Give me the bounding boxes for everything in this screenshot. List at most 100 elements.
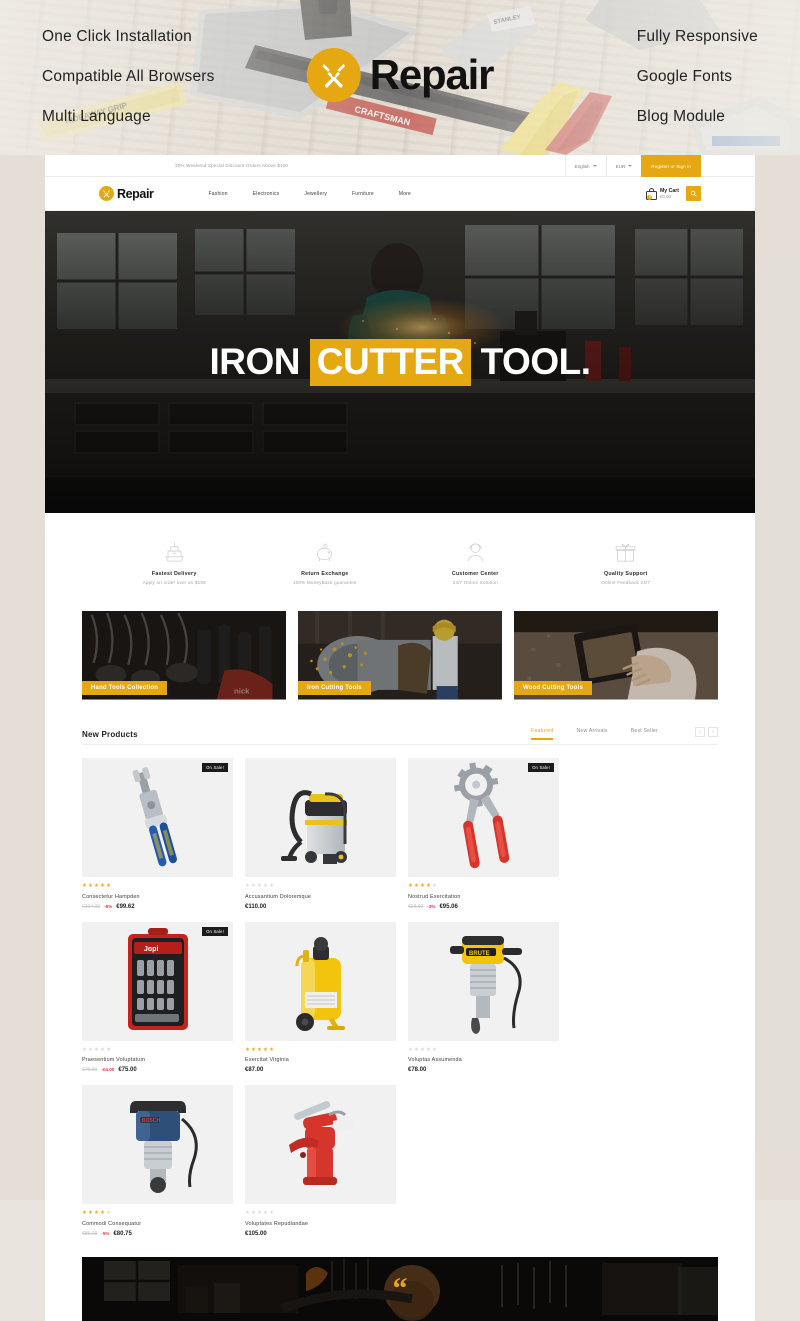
promo-feature: Compatible All Browsers bbox=[42, 68, 215, 85]
chevron-down-icon bbox=[628, 165, 633, 167]
tab-best-seller[interactable]: Best Seller bbox=[631, 728, 658, 739]
nav-item-electronics[interactable]: Electronics bbox=[253, 191, 280, 197]
on-sale-badge: On Sale! bbox=[528, 763, 554, 772]
rating-stars: ★ ★ ★ ★ ★ bbox=[245, 883, 275, 889]
currency-selector[interactable]: EUR bbox=[605, 155, 642, 177]
nav-item-more[interactable]: More bbox=[399, 191, 411, 197]
rating-stars: ★ ★ ★ ★ ★ bbox=[82, 1046, 112, 1053]
product-card[interactable]: ★ ★ ★ ★ ★ Voluptates Repudiandae €105.00 bbox=[245, 1085, 396, 1237]
socket-tool-set-case-photo: Jopi bbox=[82, 921, 233, 1041]
product-image[interactable]: On Sale! bbox=[82, 758, 233, 877]
cart-button[interactable]: 0 My Cart €0.00 bbox=[645, 187, 679, 200]
product-name[interactable]: Voluptas Assumenda bbox=[408, 1057, 559, 1063]
svg-text:Jopi: Jopi bbox=[144, 946, 158, 953]
category-banner-wood-cutting[interactable]: Wood Cutting Tools bbox=[514, 611, 718, 703]
service-fastest-delivery: Fastest Delivery Apply on order over on … bbox=[99, 539, 250, 585]
product-price: €105.00 bbox=[245, 1231, 396, 1237]
nav-item-furniture[interactable]: Furniture bbox=[352, 191, 374, 197]
hero-title-part2: TOOL. bbox=[470, 341, 591, 382]
blue-demolition-hammer-photo: BOSCH bbox=[82, 1085, 233, 1205]
product-card[interactable]: BOSCH ★ ★ ★ ★ ★ Commodi Consequatur €85.… bbox=[82, 1085, 233, 1237]
promo-right-features: Fully Responsive Google Fonts Blog Modul… bbox=[637, 28, 758, 126]
current-price: €80.75 bbox=[113, 1230, 132, 1237]
product-name[interactable]: Praesentium Voluptatum bbox=[82, 1057, 233, 1063]
product-name[interactable]: Nostrud Exercitation bbox=[408, 894, 559, 900]
service-return-exchange: Return Exchange 100% MoneyBack guarantee bbox=[250, 539, 401, 585]
hero-banner[interactable]: IRON CUTTER TOOL. bbox=[45, 211, 755, 513]
product-name[interactable]: Voluptates Repudiandae bbox=[245, 1221, 396, 1227]
product-card[interactable]: ★ ★ ★ ★ ★ Accusantium Doloremque €110.00 bbox=[245, 758, 396, 910]
tab-new-arrivals[interactable]: New Arrivals bbox=[576, 728, 607, 739]
carousel-arrows: ‹ › bbox=[695, 727, 718, 737]
product-image[interactable] bbox=[245, 758, 396, 877]
category-label: Iron Cutting Tools bbox=[298, 681, 371, 695]
promo-feature: Blog Module bbox=[636, 108, 726, 125]
register-signin-button[interactable]: Register or Sign in bbox=[641, 155, 701, 177]
current-price: €99.62 bbox=[116, 903, 135, 910]
service-subtitle: Apply on order over on $159 bbox=[142, 580, 206, 585]
site-logo[interactable]: Repair bbox=[99, 186, 154, 201]
language-selector[interactable]: English bbox=[564, 155, 606, 177]
shopping-bag-icon: 0 bbox=[645, 187, 657, 200]
product-price: €110.00 bbox=[245, 904, 396, 910]
nav-item-fashion[interactable]: Fashion bbox=[209, 191, 228, 197]
product-price: €78.00 bbox=[408, 1067, 559, 1073]
service-title: Return Exchange bbox=[301, 571, 349, 577]
hero-title-part1: IRON bbox=[209, 341, 310, 382]
promo-feature: Google Fonts bbox=[636, 68, 733, 85]
service-title: Quality Support bbox=[604, 571, 648, 577]
product-card[interactable]: Jopi On Sale! ★ ★ ★ ★ ★ Praesentium Volu… bbox=[82, 921, 233, 1074]
product-name[interactable]: Accusantium Doloremque bbox=[245, 894, 396, 900]
quote-mark-icon: “ bbox=[392, 1271, 408, 1305]
category-banners: nick Hand Tools Collection Iron Cutting … bbox=[45, 603, 755, 717]
product-grid: On Sale! ★ ★ ★ ★ ★ Consectetur Hampden €104.… bbox=[82, 745, 718, 1243]
product-card[interactable]: On Sale! ★ ★ ★ ★ ★ Nostrud Exercitation €98.… bbox=[408, 758, 559, 910]
search-button[interactable] bbox=[686, 186, 701, 201]
red-rivet-gun-photo bbox=[245, 1085, 396, 1205]
discount-label: -3% bbox=[427, 903, 436, 909]
on-sale-badge: On Sale! bbox=[202, 926, 228, 936]
nav-item-jewellery[interactable]: Jewellery bbox=[304, 191, 327, 197]
product-card[interactable]: On Sale! ★ ★ ★ ★ ★ Consectetur Hampden €104.… bbox=[82, 758, 233, 910]
rating-stars: ★ ★ ★ ★ ★ bbox=[245, 1046, 275, 1053]
product-image[interactable] bbox=[245, 1085, 396, 1205]
old-price: €104.00 bbox=[82, 903, 101, 910]
crossed-tools-icon bbox=[306, 48, 361, 102]
old-price: €79.00 bbox=[82, 1067, 98, 1074]
product-image[interactable] bbox=[245, 921, 396, 1041]
product-name[interactable]: Exercitat Virginia bbox=[245, 1057, 396, 1063]
language-label: English bbox=[574, 163, 590, 169]
site-preview: 30% Weekend Special Discount Orders Abov… bbox=[45, 155, 755, 1321]
gift-icon bbox=[551, 539, 702, 565]
current-price: €110.00 bbox=[245, 903, 267, 910]
discount-label: -5% bbox=[104, 903, 113, 909]
rating-stars: ★ ★ ★ ★ ★ bbox=[408, 1046, 438, 1053]
new-products-section: New Products Featured New Arrivals Best … bbox=[45, 717, 755, 1243]
old-price: €85.00 bbox=[82, 1230, 98, 1237]
service-subtitle: 24/7 Online Solution bbox=[452, 580, 498, 585]
prev-arrow-button[interactable]: ‹ bbox=[695, 727, 705, 737]
current-price: €87.00 bbox=[245, 1067, 264, 1074]
tab-featured[interactable]: Featured bbox=[531, 728, 554, 740]
discount-label: -5% bbox=[101, 1230, 110, 1236]
service-customer-center: Customer Center 24/7 Online Solution bbox=[400, 539, 551, 585]
current-price: €95.06 bbox=[439, 903, 458, 910]
product-name[interactable]: Consectetur Hampden bbox=[82, 894, 233, 900]
next-arrow-button[interactable]: › bbox=[708, 727, 718, 737]
product-image[interactable]: Jopi On Sale! bbox=[82, 921, 233, 1041]
product-image[interactable]: On Sale! bbox=[408, 758, 559, 877]
product-image[interactable]: BRUTE bbox=[408, 921, 559, 1041]
site-topbar: 30% Weekend Special Discount Orders Abov… bbox=[45, 155, 755, 177]
product-name[interactable]: Commodi Consequatur bbox=[82, 1221, 233, 1227]
product-image[interactable]: BOSCH bbox=[82, 1085, 233, 1205]
category-banner-hand-tools[interactable]: nick Hand Tools Collection bbox=[82, 611, 286, 703]
hero-title-highlight: CUTTER bbox=[309, 339, 471, 386]
ship-icon bbox=[99, 539, 250, 565]
service-subtitle: 100% MoneyBack guarantee bbox=[292, 580, 357, 585]
promo-logo: Repair bbox=[306, 48, 494, 102]
promo-note: 30% Weekend Special Discount Orders Abov… bbox=[175, 163, 289, 168]
category-banner-iron-cutting[interactable]: Iron Cutting Tools bbox=[298, 611, 502, 703]
topbar-actions: English EUR Register or Sign in bbox=[564, 155, 701, 177]
product-card[interactable]: ★ ★ ★ ★ ★ Exercitat Virginia €87.00 bbox=[245, 921, 396, 1074]
product-card[interactable]: BRUTE ★ ★ ★ ★ ★ Voluptas Assumenda €78.0… bbox=[408, 921, 559, 1073]
